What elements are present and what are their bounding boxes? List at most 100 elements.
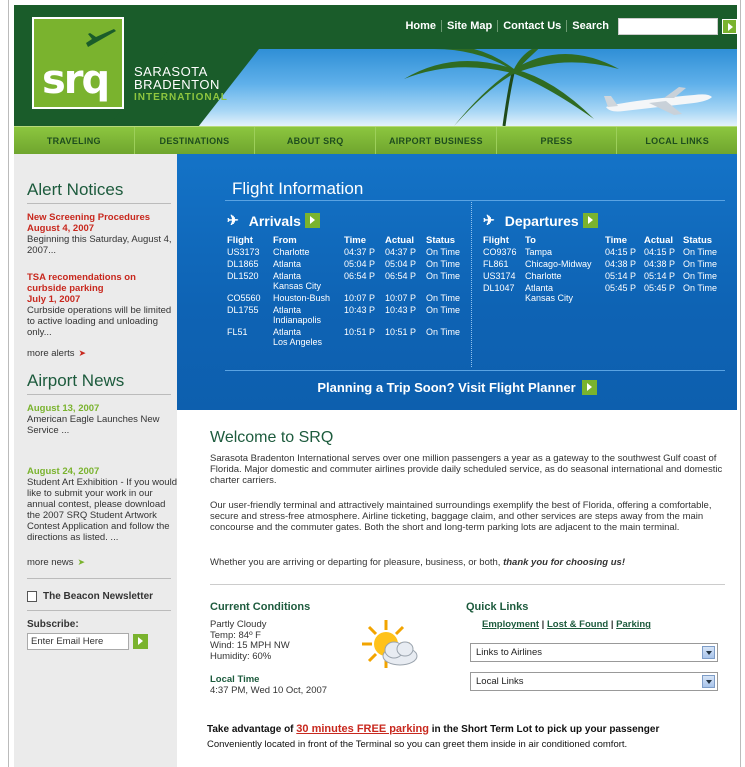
nav-home-link[interactable]: Home xyxy=(400,20,441,32)
column-header: Flight xyxy=(483,235,509,246)
divider xyxy=(27,610,171,611)
divider xyxy=(27,394,171,395)
news-body[interactable]: American Eagle Launches New Service ... xyxy=(27,414,177,436)
flight-actual-cell: 04:15 P xyxy=(644,247,676,257)
flight-time-cell: 10:43 P xyxy=(344,305,376,315)
alert-body: Beginning this Saturday, August 4, 2007.… xyxy=(27,234,172,256)
subscribe-form: Enter Email Here xyxy=(27,633,177,650)
document-icon xyxy=(27,591,37,602)
flight-planner-link[interactable]: Planning a Trip Soon? Visit Flight Plann… xyxy=(177,380,737,395)
divider xyxy=(225,200,725,201)
more-alerts-link[interactable]: more alerts ➤ xyxy=(27,348,177,359)
brand-line-3: INTERNATIONAL xyxy=(134,92,228,103)
column-header: Actual xyxy=(644,235,674,246)
airlines-select[interactable]: Links to Airlines xyxy=(470,643,718,662)
city-name: Tampa xyxy=(525,247,553,257)
flight-city-cell: Atlanta Los Angeles xyxy=(273,327,344,349)
alert-item[interactable]: New Screening Procedures August 4, 2007 … xyxy=(27,212,177,256)
alert-title[interactable]: New Screening Procedures xyxy=(27,212,177,223)
more-news-link[interactable]: more news ➤ xyxy=(27,557,177,568)
nav-airport-business[interactable]: AIRPORT BUSINESS xyxy=(375,127,496,154)
more-news-label: more news xyxy=(27,557,74,568)
site-header: srq SARASOTA BRADENTON INTERNATIONAL Hom… xyxy=(14,5,737,126)
flight-row[interactable]: US3173 Charlotte 04:37 P 04:37 P On Time xyxy=(227,247,471,259)
search-input[interactable] xyxy=(618,17,718,35)
brand-name: SARASOTA BRADENTON INTERNATIONAL xyxy=(134,65,228,104)
thanks-paragraph: Whether you are arriving or departing fo… xyxy=(210,557,725,568)
nav-press[interactable]: PRESS xyxy=(495,127,617,154)
free-parking-link[interactable]: 30 minutes FREE parking xyxy=(296,723,429,735)
flight-information-panel: Flight Information ✈ Arrivals ✈ Departur… xyxy=(177,154,737,410)
flight-city-cell: Houston-Bush xyxy=(273,293,344,305)
alert-title[interactable]: TSA recomendations on curbside parking xyxy=(27,272,177,294)
nav-traveling[interactable]: TRAVELING xyxy=(14,127,134,154)
chevron-down-icon[interactable] xyxy=(702,675,715,688)
promo-tail: in the Short Term Lot to pick up your pa… xyxy=(431,724,660,735)
flight-row[interactable]: CO5560 Houston-Bush 10:07 P 10:07 P On Time xyxy=(227,293,471,305)
departures-go-button[interactable] xyxy=(582,213,598,228)
flight-time-cell: 05:04 P xyxy=(344,259,376,269)
news-body[interactable]: Student Art Exhibition - If you would li… xyxy=(27,477,177,543)
departures-table: Flight To Time Actual Status CO9376 Tampa… xyxy=(483,234,728,305)
column-header: Flight xyxy=(227,235,253,246)
arrivals-go-button[interactable] xyxy=(304,213,320,228)
top-nav: Home Site Map Contact Us Search xyxy=(400,16,737,36)
column-header: Status xyxy=(683,235,713,246)
flight-status-cell: On Time xyxy=(683,283,718,293)
nav-about-srq[interactable]: ABOUT SRQ xyxy=(254,127,375,154)
srq-logo[interactable]: srq xyxy=(32,17,124,109)
flight-row[interactable]: DL1520 Atlanta Kansas City 06:54 P 06:54 P On… xyxy=(227,271,471,293)
news-date: August 13, 2007 xyxy=(27,403,100,414)
news-item[interactable]: August 24, 2007 Student Art Exhibition -… xyxy=(27,466,177,543)
local-time-value: 4:37 PM, Wed 10 Oct, 2007 xyxy=(210,685,328,696)
subscribe-go-button[interactable] xyxy=(133,634,148,649)
lost-found-link[interactable]: Lost & Found xyxy=(547,619,608,630)
flight-time-cell: 06:54 P xyxy=(344,271,376,281)
flight-planner-go-button[interactable] xyxy=(581,380,597,395)
city-name: Atlanta xyxy=(273,271,302,281)
flight-row[interactable]: FL861 Chicago-Midway 04:38 P 04:38 P On Time xyxy=(483,259,728,271)
departures-heading[interactable]: ✈ Departures xyxy=(483,212,598,229)
terminal-paragraph: Our user-friendly terminal and attractiv… xyxy=(210,500,712,533)
flight-row[interactable]: DL1755 Atlanta Indianapolis 10:43 P 10:43 PO… xyxy=(227,305,471,327)
local-links-select[interactable]: Local Links xyxy=(470,672,718,691)
local-links-select-value: Local Links xyxy=(476,676,524,687)
parking-promo: Take advantage of 30 minutes FREE parkin… xyxy=(207,723,659,735)
newsletter-link[interactable]: The Beacon Newsletter xyxy=(27,591,177,602)
email-field[interactable]: Enter Email Here xyxy=(27,633,129,650)
nav-contact-link[interactable]: Contact Us xyxy=(497,20,566,32)
airport-news-heading: Airport News xyxy=(27,371,125,390)
flight-actual-cell: 05:04 P xyxy=(385,259,417,269)
flight-row[interactable]: DL1865 Atlanta 05:04 P 05:04 P On Time xyxy=(227,259,471,271)
palm-tree-image xyxy=(404,49,619,126)
flight-row[interactable]: CO9376 Tampa 04:15 P 04:15 P On Time xyxy=(483,247,728,259)
column-header: Actual xyxy=(385,235,415,246)
nav-local-links[interactable]: LOCAL LINKS xyxy=(616,127,737,154)
parking-link[interactable]: Parking xyxy=(616,619,651,630)
flight-row[interactable]: FL51 Atlanta Los Angeles 10:51 P 10:51 P On T… xyxy=(227,327,471,349)
search-go-button[interactable] xyxy=(722,18,737,34)
newsletter-label: The Beacon Newsletter xyxy=(43,591,154,602)
subscribe-label: Subscribe: xyxy=(27,619,79,630)
divider xyxy=(210,584,725,585)
news-date: August 24, 2007 xyxy=(27,466,100,477)
employment-link[interactable]: Employment xyxy=(482,619,539,630)
city-name-secondary: Indianapolis xyxy=(273,315,322,325)
nav-sitemap-link[interactable]: Site Map xyxy=(441,20,497,32)
column-header: Status xyxy=(426,235,456,246)
search-label: Search xyxy=(566,20,614,32)
flight-status-cell: On Time xyxy=(683,271,718,281)
news-item[interactable]: August 13, 2007 American Eagle Launches … xyxy=(27,403,177,436)
weather-details: Partly Cloudy Temp: 84º F Wind: 15 MPH N… xyxy=(210,619,290,662)
flight-row[interactable]: US3174 Charlotte 05:14 P 05:14 P On Time xyxy=(483,271,728,283)
flight-row[interactable]: DL1047 Atlanta Kansas City 05:45 P 05:45 P On… xyxy=(483,283,728,305)
nav-destinations[interactable]: DESTINATIONS xyxy=(133,127,255,154)
city-name-secondary: Kansas City xyxy=(525,293,574,303)
arrivals-heading[interactable]: ✈ Arrivals xyxy=(227,212,320,229)
chevron-down-icon[interactable] xyxy=(702,646,715,659)
alert-item[interactable]: TSA recomendations on curbside parking J… xyxy=(27,272,177,338)
flight-flight-cell: CO9376 xyxy=(483,247,517,257)
flight-city-cell: Tampa xyxy=(525,247,605,259)
flight-actual-cell: 04:37 P xyxy=(385,247,417,257)
alert-date: August 4, 2007 xyxy=(27,223,95,234)
